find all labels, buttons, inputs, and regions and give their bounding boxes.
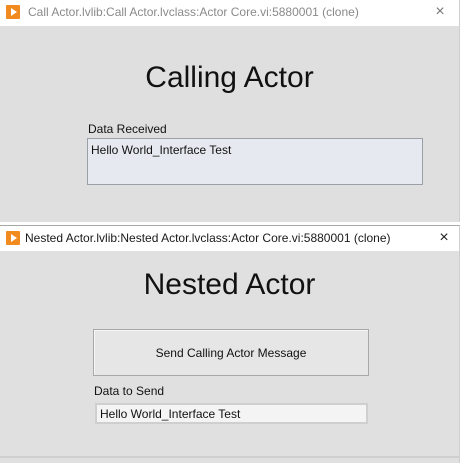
calling-actor-heading: Calling Actor (145, 61, 314, 94)
nested-actor-heading: Nested Actor (143, 268, 316, 301)
close-icon[interactable]: × (435, 229, 453, 247)
send-calling-actor-message-button[interactable]: Send Calling Actor Message (93, 329, 369, 376)
calling-actor-window: Call Actor.lvlib:Call Actor.lvclass:Acto… (0, 0, 460, 222)
labview-app-icon (6, 231, 20, 245)
calling-actor-titlebar: Call Actor.lvlib:Call Actor.lvclass:Acto… (0, 0, 459, 26)
nested-actor-title: Nested Actor.lvlib:Nested Actor.lvclass:… (25, 231, 391, 245)
window-bottom-border (0, 456, 460, 458)
close-icon[interactable]: × (431, 3, 449, 21)
data-received-label: Data Received (88, 122, 167, 136)
nested-actor-titlebar: Nested Actor.lvlib:Nested Actor.lvclass:… (0, 226, 459, 251)
labview-app-icon (6, 5, 20, 19)
data-received-indicator: Hello World_Interface Test (87, 138, 423, 185)
data-to-send-label: Data to Send (94, 384, 165, 398)
nested-actor-window: Nested Actor.lvlib:Nested Actor.lvclass:… (0, 225, 460, 463)
calling-actor-title: Call Actor.lvlib:Call Actor.lvclass:Acto… (28, 5, 359, 19)
data-to-send-input[interactable]: Hello World_Interface Test (95, 403, 368, 424)
